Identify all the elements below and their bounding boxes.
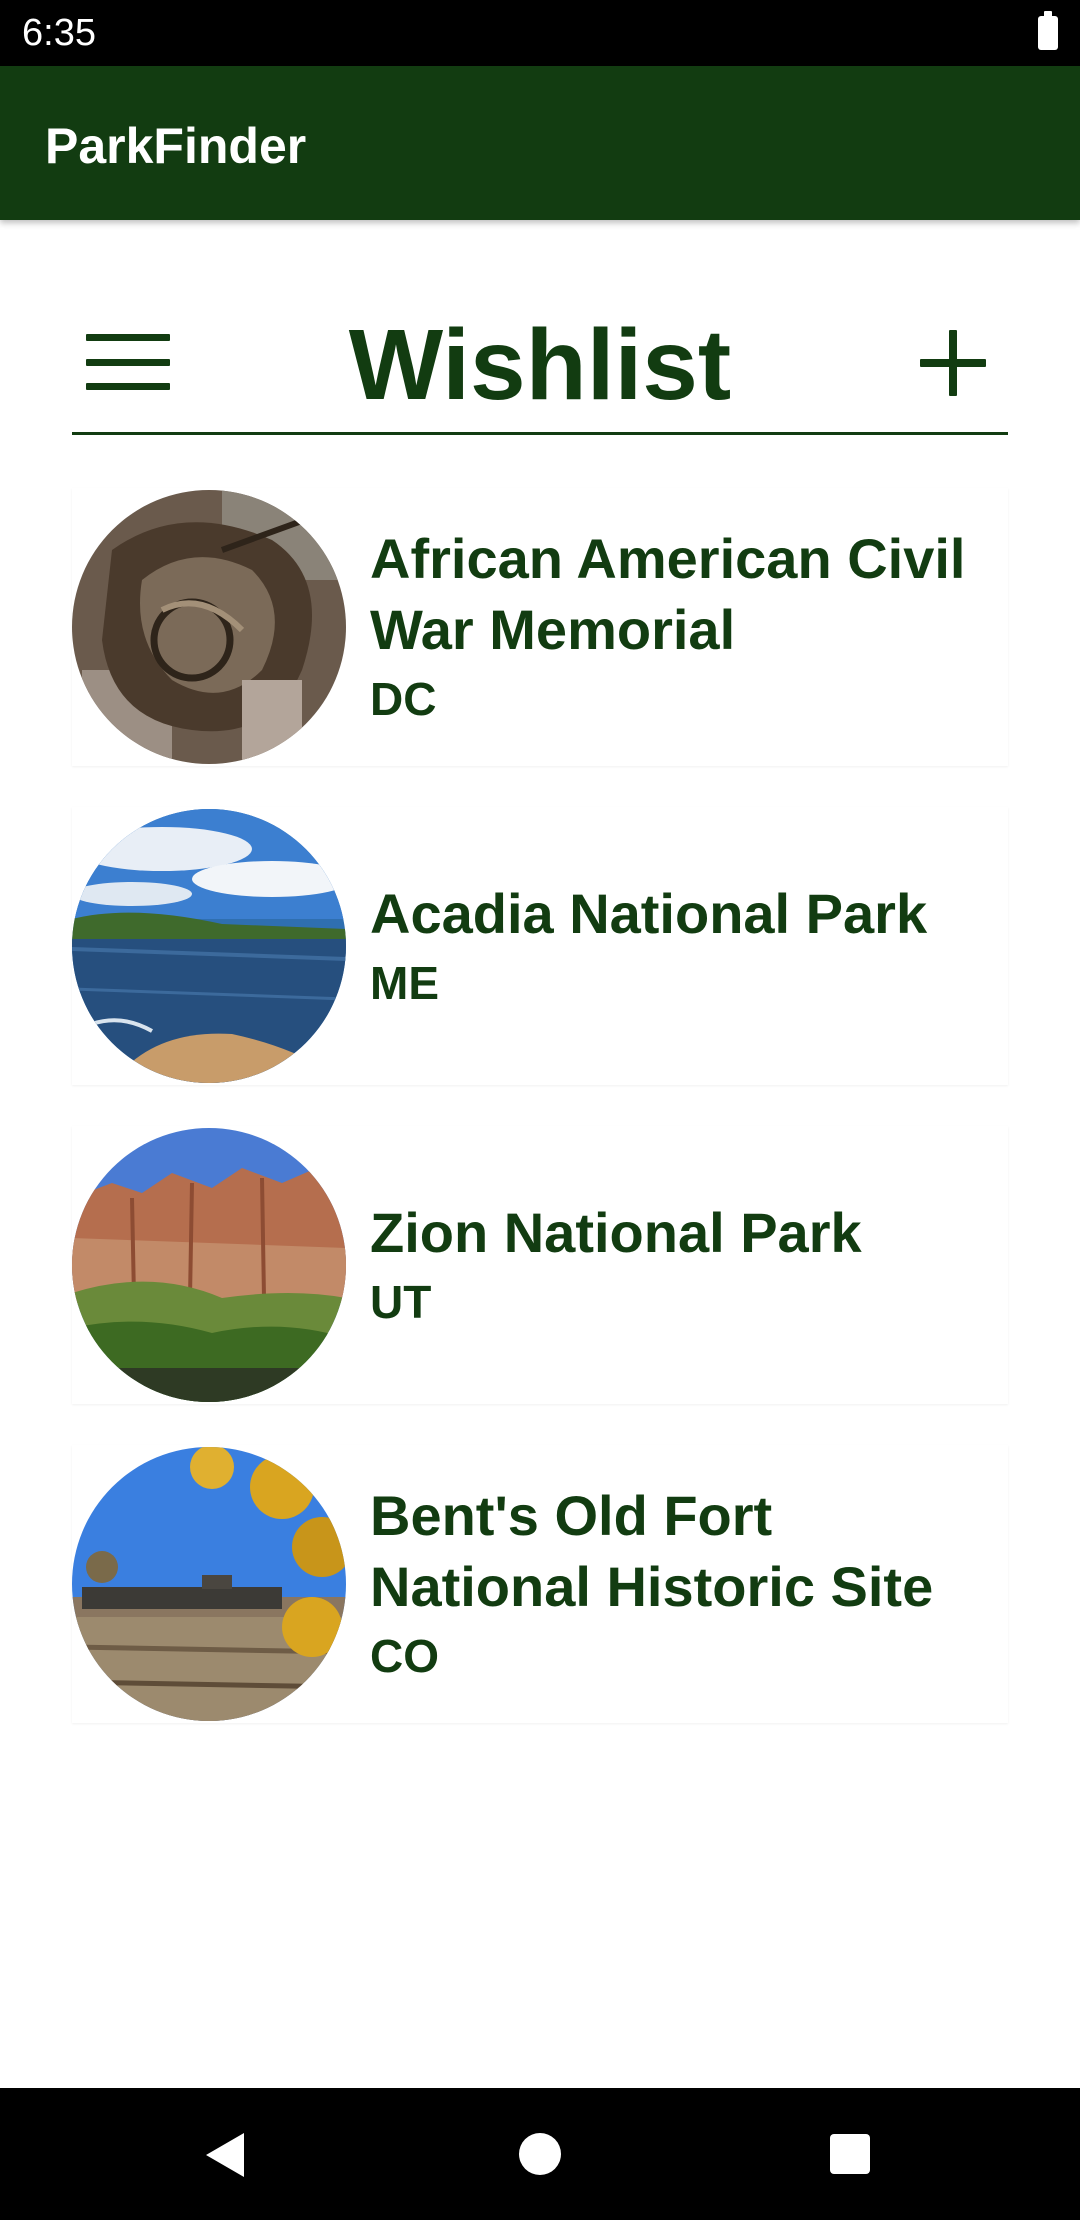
memorial-statue-photo (72, 490, 346, 764)
park-info: Bent's Old Fort National Historic Site C… (370, 1445, 998, 1723)
park-card[interactable]: African American Civil War Memorial DC (72, 488, 1008, 766)
park-photo (72, 1447, 346, 1721)
triangle-back-icon[interactable] (206, 2133, 244, 2177)
acadia-coast-photo (72, 809, 346, 1083)
park-name: Bent's Old Fort National Historic Site (370, 1484, 934, 1618)
park-info: African American Civil War Memorial DC (370, 488, 998, 766)
park-name: Acadia National Park (370, 881, 928, 945)
park-info: Acadia National Park ME (370, 807, 998, 1085)
plus-icon[interactable] (920, 330, 986, 396)
park-state: DC (370, 673, 437, 725)
park-photo (72, 1128, 346, 1402)
wishlist-header: Wishlist (72, 300, 1008, 435)
square-recents-icon[interactable] (830, 2134, 870, 2174)
park-card[interactable]: Zion National Park UT (72, 1126, 1008, 1404)
park-name: African American Civil War Memorial (370, 527, 966, 661)
park-state: UT (370, 1275, 432, 1328)
app-title: ParkFinder (45, 118, 307, 174)
park-state: CO (370, 1630, 439, 1682)
status-time: 6:35 (22, 12, 96, 54)
park-card[interactable]: Acadia National Park ME (72, 807, 1008, 1085)
park-card[interactable]: Bent's Old Fort National Historic Site C… (72, 1445, 1008, 1723)
park-info: Zion National Park UT (370, 1126, 998, 1404)
park-list: African American Civil War Memorial DC A… (72, 488, 1008, 1764)
park-photo (72, 490, 346, 764)
status-bar: 6:35 (0, 0, 1080, 66)
page-title: Wishlist (348, 309, 732, 421)
bents-fort-photo (72, 1447, 346, 1721)
park-name: Zion National Park (370, 1200, 862, 1264)
park-photo (72, 809, 346, 1083)
system-navigation-bar (0, 2088, 1080, 2220)
app-bar: ParkFinder (0, 66, 1080, 220)
circle-home-icon[interactable] (519, 2133, 561, 2175)
park-state: ME (370, 956, 439, 1009)
battery-icon (1038, 11, 1058, 50)
zion-canyon-photo (72, 1128, 346, 1402)
